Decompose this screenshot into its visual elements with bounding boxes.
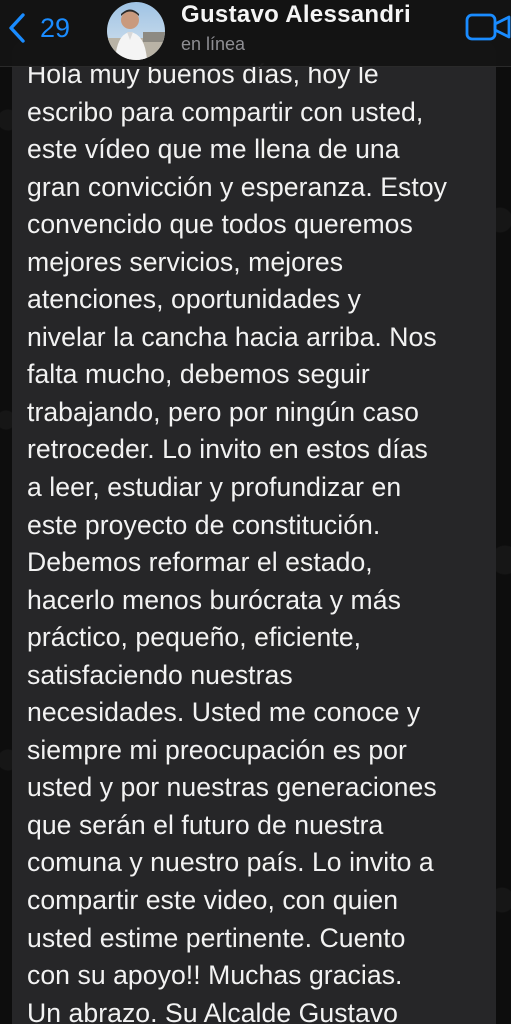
video-call-button[interactable]	[465, 12, 511, 42]
avatar[interactable]	[107, 2, 165, 60]
video-camera-icon	[465, 13, 511, 41]
message-bubble[interactable]: Hola muy buenos días, hoy le escribo par…	[12, 40, 496, 1024]
avatar-photo	[107, 2, 165, 60]
unread-count: 29	[40, 12, 71, 43]
message-text: Hola muy buenos días, hoy le escribo par…	[27, 59, 448, 1024]
chevron-left-icon	[9, 13, 25, 43]
back-button[interactable]: 29	[0, 8, 70, 48]
chat-header: 29 Gustavo Alessandri en línea	[0, 0, 511, 67]
chat-screen: Hola muy buenos días, hoy le escribo par…	[0, 0, 511, 1024]
contact-status: en línea	[181, 34, 246, 54]
contact-name[interactable]: Gustavo Alessandri	[181, 1, 411, 29]
